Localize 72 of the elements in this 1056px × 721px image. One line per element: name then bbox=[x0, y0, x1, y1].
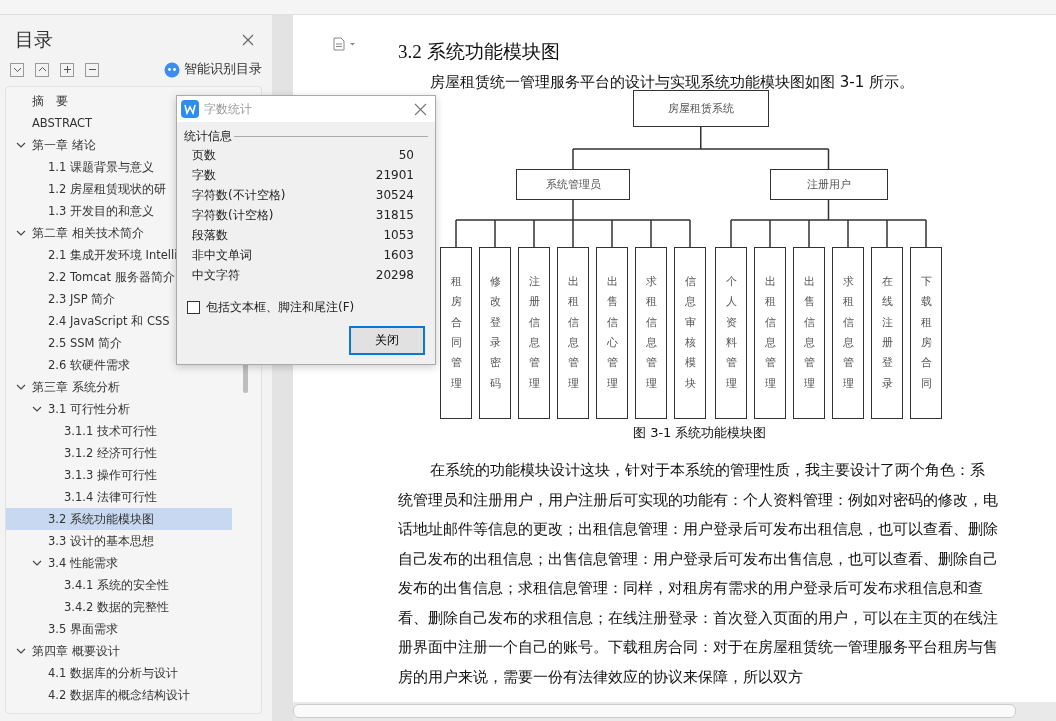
stat-label: 字数 bbox=[192, 166, 216, 184]
chevron-icon[interactable] bbox=[16, 646, 26, 656]
diagram-node: 求租信息管理 bbox=[635, 247, 667, 419]
stat-label: 非中文单词 bbox=[192, 246, 252, 264]
stat-value: 1053 bbox=[383, 228, 414, 242]
chevron-icon[interactable] bbox=[32, 404, 42, 414]
stat-value: 31815 bbox=[375, 208, 414, 222]
outline-item[interactable]: 第四章 概要设计 bbox=[6, 640, 232, 662]
close-icon[interactable] bbox=[242, 34, 254, 46]
outline-item[interactable]: 第三章 系统分析 bbox=[6, 376, 232, 398]
diagram-node: 系统管理员 bbox=[516, 169, 630, 200]
stat-value: 21901 bbox=[375, 168, 414, 182]
diagram-node: 注册用户 bbox=[769, 169, 888, 200]
outline-item[interactable]: 3.2 系统功能模块图 bbox=[6, 508, 232, 530]
section-heading: 3.2 系统功能模块图 bbox=[398, 40, 561, 64]
outline-item[interactable]: 3.1.4 法律可行性 bbox=[6, 486, 232, 508]
diagram-node: 在线注册登录 bbox=[871, 247, 903, 419]
outline-item[interactable]: 3.1.2 经济可行性 bbox=[6, 442, 232, 464]
chevron-icon[interactable] bbox=[16, 140, 26, 150]
stat-label: 段落数 bbox=[192, 226, 228, 244]
outline-item[interactable]: 3.1.3 操作可行性 bbox=[6, 464, 232, 486]
outline-item[interactable]: 3.5 界面需求 bbox=[6, 618, 232, 640]
smart-toc-button[interactable]: 智能识别目录 bbox=[164, 61, 262, 78]
horizontal-scrollbar[interactable] bbox=[293, 704, 1016, 718]
stat-value: 30524 bbox=[375, 188, 414, 202]
close-icon[interactable] bbox=[414, 102, 427, 116]
checkbox[interactable] bbox=[187, 301, 200, 314]
robot-face-icon bbox=[164, 61, 180, 78]
figure-caption: 图 3-1 系统功能模块图 bbox=[633, 424, 768, 442]
diagram-node: 信息审核模块 bbox=[674, 247, 706, 419]
outline-item[interactable]: 4.1 数据库的分析与设计 bbox=[6, 662, 232, 684]
intro-paragraph: 房屋租赁统一管理服务平台的设计与实现系统功能模块图如图 3-1 所示。 bbox=[430, 73, 916, 92]
stat-value: 50 bbox=[398, 148, 414, 162]
diagram-node: 下载租房合同 bbox=[910, 247, 942, 419]
diagram-node: 修改登录密码 bbox=[479, 247, 511, 419]
close-button[interactable]: 关闭 bbox=[349, 326, 425, 355]
outline-item[interactable]: 3.4.1 系统的安全性 bbox=[6, 574, 232, 596]
diagram-node: 租房合同管理 bbox=[440, 247, 472, 419]
stat-value: 20298 bbox=[375, 268, 414, 282]
checkbox-label: 包括文本框、脚注和尾注(F) bbox=[206, 299, 355, 316]
stat-value: 1603 bbox=[383, 248, 414, 262]
stat-label: 中文字符 bbox=[192, 266, 240, 284]
diagram-node: 求租信息管理 bbox=[832, 247, 864, 419]
outline-item[interactable]: 3.4 性能需求 bbox=[6, 552, 232, 574]
chevron-icon[interactable] bbox=[32, 558, 42, 568]
body-paragraph: 在系统的功能模块设计这块，针对于本系统的管理性质，我主要设计了两个角色：系统管理员和注册用户，用户注册后可实现的功能有：个人资料管理：例如对密码的修改，电话地址邮件等信息的更改；出租信息管理：用户登录后可发布出租信息，也可以查看、删除自己发布的出租信息；出售信息管理：用户登录后可发布出售信息，也可以查看、删除自己发布的出售信息；求租信息管理：同样，对租房有需求的用户登录后可发布求租信息和查看、删除自己发布的求租信息；在线注册登录：首次登入页面的用户，可以在主页的在线注册界面中注册一个自己的账号。下载租房合同：对于在房屋租赁统一管理服务平台租房与售房的用户来说，需要一份有法律效应的协议来保障，所以双方 bbox=[398, 460, 998, 688]
diagram-node: 房屋租赁系统 bbox=[632, 90, 769, 127]
outline-item[interactable]: 3.1.1 技术可行性 bbox=[6, 420, 232, 442]
panel-title: 目录 bbox=[15, 27, 53, 52]
outline-item[interactable]: 4.2 数据库的概念结构设计 bbox=[6, 684, 232, 706]
diagram-node: 个人资料管理 bbox=[715, 247, 747, 419]
expand-all-icon[interactable] bbox=[10, 62, 24, 77]
diagram-node: 出售信心管理 bbox=[596, 247, 628, 419]
outline-item[interactable]: 3.1 可行性分析 bbox=[6, 398, 232, 420]
app-logo-icon bbox=[181, 100, 199, 118]
dialog-title: 字数统计 bbox=[204, 100, 252, 118]
diagram-node: 注册信息管理 bbox=[518, 247, 550, 419]
minus-icon[interactable] bbox=[85, 62, 99, 77]
chevron-icon[interactable] bbox=[16, 228, 26, 238]
diagram-node: 出售信息管理 bbox=[793, 247, 825, 419]
document-icon[interactable] bbox=[333, 37, 357, 51]
chevron-icon[interactable] bbox=[16, 382, 26, 392]
plus-icon[interactable] bbox=[60, 62, 74, 77]
outline-item[interactable]: 3.4.2 数据的完整性 bbox=[6, 596, 232, 618]
stat-label: 字符数(计空格) bbox=[192, 206, 274, 224]
outline-item[interactable]: 3.3 设计的基本思想 bbox=[6, 530, 232, 552]
collapse-all-icon[interactable] bbox=[35, 62, 49, 77]
diagram-node: 出租信息管理 bbox=[754, 247, 786, 419]
group-label: 统计信息 bbox=[184, 128, 232, 145]
stat-label: 字符数(不计空格) bbox=[192, 186, 286, 204]
stat-label: 页数 bbox=[192, 146, 216, 164]
diagram-node: 出租信息管理 bbox=[557, 247, 589, 419]
